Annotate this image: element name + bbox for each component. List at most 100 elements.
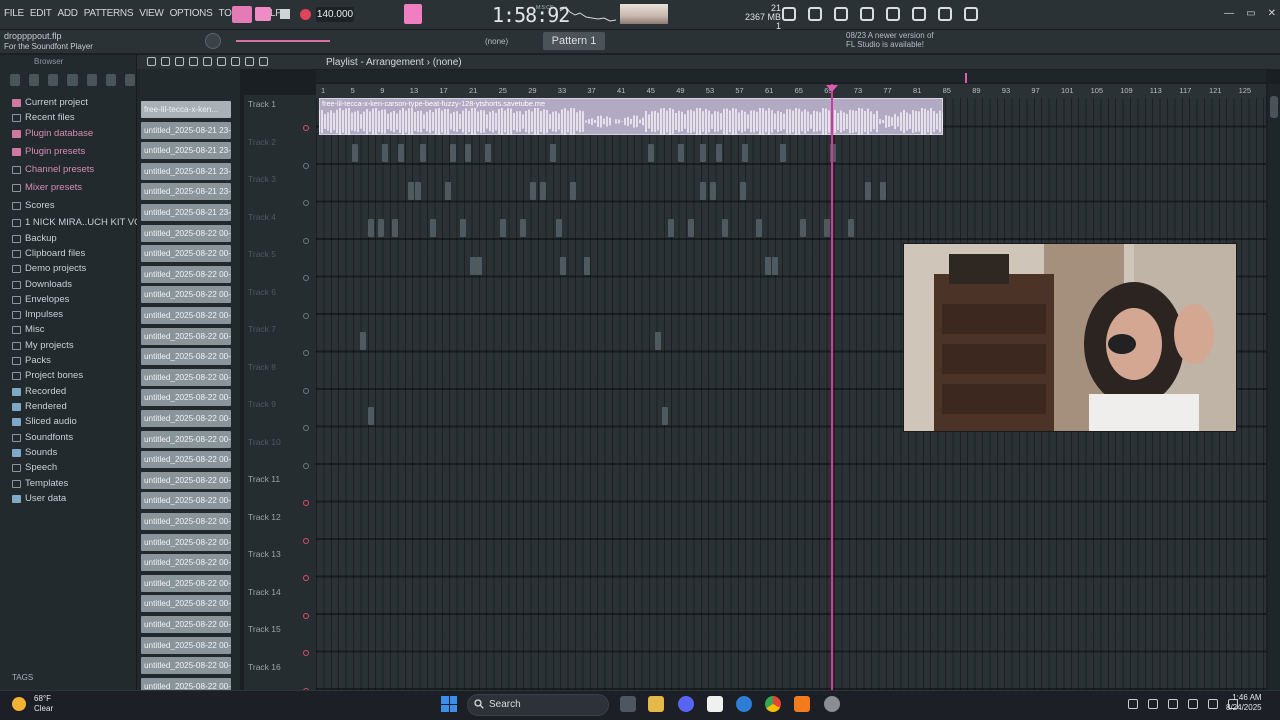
- pattern-clip[interactable]: [450, 144, 456, 162]
- track-enable-dot[interactable]: [303, 200, 309, 206]
- mixer-icon[interactable]: [912, 7, 926, 21]
- pattern-clip[interactable]: [398, 144, 404, 162]
- browser-item[interactable]: Scores: [12, 200, 55, 211]
- track-name[interactable]: Track 10: [248, 437, 281, 447]
- pattern-clip[interactable]: [756, 219, 762, 237]
- pattern-clip[interactable]: [740, 181, 746, 200]
- pattern-clip[interactable]: [662, 406, 668, 425]
- clip-item[interactable]: untitled_2025-08-22 00-...: [141, 451, 231, 469]
- track-enable-dot[interactable]: [303, 387, 309, 394]
- pattern-clip[interactable]: [560, 256, 566, 275]
- mute-tool-icon[interactable]: [189, 57, 198, 66]
- song-mode-button[interactable]: [232, 6, 252, 23]
- pattern-clip[interactable]: [678, 144, 684, 162]
- fl-studio-icon[interactable]: [794, 696, 810, 712]
- pattern-clip[interactable]: [570, 181, 576, 200]
- track-name[interactable]: Track 3: [248, 174, 276, 184]
- cut-icon[interactable]: [808, 7, 822, 21]
- browser-item[interactable]: Packs: [12, 355, 51, 366]
- pattern-clip[interactable]: [765, 256, 771, 275]
- browser-item[interactable]: Sounds: [12, 447, 57, 458]
- paint-tool-icon[interactable]: [161, 57, 170, 66]
- close-icon[interactable]: ✕: [1268, 8, 1276, 19]
- horizontal-scrollbar[interactable]: [316, 70, 1266, 82]
- clip-item[interactable]: free-lil-tecca-x-ken...: [141, 101, 231, 118]
- browser-item[interactable]: Current project: [12, 97, 88, 108]
- network-icon[interactable]: [1148, 699, 1158, 709]
- track-name[interactable]: Track 9: [248, 399, 276, 409]
- draw-tool-icon[interactable]: [147, 57, 156, 66]
- clip-item[interactable]: untitled_2025-08-22 00-...: [141, 471, 231, 489]
- clip-item[interactable]: untitled_2025-08-22 00-...: [141, 265, 231, 283]
- clip-item[interactable]: untitled_2025-08-21 23-...: [141, 142, 231, 160]
- pattern-selector[interactable]: Pattern 1: [543, 32, 605, 50]
- pattern-clip[interactable]: [430, 219, 436, 237]
- track-name[interactable]: Track 6: [248, 287, 276, 297]
- pattern-clip[interactable]: [530, 181, 536, 200]
- clip-item[interactable]: untitled_2025-08-22 00-...: [141, 245, 231, 263]
- clip-item[interactable]: untitled_2025-08-22 00-...: [141, 307, 231, 324]
- menu-item-edit[interactable]: EDIT: [30, 8, 52, 19]
- time-display[interactable]: 1:58:92: [492, 3, 570, 27]
- vertical-scrollbar[interactable]: [1268, 84, 1280, 690]
- clip-item[interactable]: untitled_2025-08-22 00-...: [141, 224, 231, 242]
- track-name[interactable]: Track 1: [248, 99, 276, 109]
- clip-item[interactable]: untitled_2025-08-21 23-...: [141, 183, 231, 201]
- pattern-clip[interactable]: [742, 144, 748, 162]
- pattern-clip[interactable]: [408, 181, 414, 200]
- browser-plugin-icon[interactable]: [67, 74, 78, 86]
- pattern-mode-button[interactable]: [404, 4, 422, 24]
- pattern-clip[interactable]: [688, 219, 694, 237]
- chrome-icon[interactable]: [765, 696, 781, 712]
- start-button[interactable]: [441, 696, 457, 712]
- browser-item[interactable]: Recorded: [12, 386, 66, 397]
- play-button[interactable]: [255, 7, 271, 21]
- pattern-clip[interactable]: [780, 144, 786, 162]
- file-explorer-icon[interactable]: [648, 696, 664, 712]
- browser-item[interactable]: Rendered: [12, 401, 67, 412]
- clip-item[interactable]: untitled_2025-08-22 00-...: [141, 533, 231, 551]
- task-view-icon[interactable]: [620, 696, 636, 712]
- track-name[interactable]: Track 12: [248, 512, 281, 522]
- pattern-clip[interactable]: [368, 406, 374, 425]
- pattern-clip[interactable]: [848, 219, 854, 237]
- pattern-clip[interactable]: [648, 144, 654, 162]
- pattern-clip[interactable]: [378, 219, 384, 237]
- playback-tool-icon[interactable]: [259, 57, 268, 66]
- browser-cloud-icon[interactable]: [86, 74, 97, 86]
- clip-item[interactable]: untitled_2025-08-22 00-...: [141, 389, 231, 407]
- pattern-clip[interactable]: [584, 256, 590, 275]
- browser-star-icon[interactable]: [105, 74, 116, 86]
- chat-icon[interactable]: [938, 7, 952, 21]
- browser-item[interactable]: Demo projects: [12, 263, 86, 274]
- pattern-clip[interactable]: [550, 144, 556, 162]
- snap-selector[interactable]: (none): [485, 37, 508, 46]
- clip-item[interactable]: untitled_2025-08-22 00-...: [141, 286, 231, 304]
- slip-tool-icon[interactable]: [203, 57, 212, 66]
- pattern-clip[interactable]: [520, 219, 526, 237]
- pattern-clip[interactable]: [710, 181, 716, 200]
- pattern-clip[interactable]: [368, 219, 374, 237]
- browser-view-icon[interactable]: [10, 74, 21, 86]
- track-enable-dot[interactable]: [303, 275, 309, 281]
- obs-icon[interactable]: [824, 696, 840, 712]
- clip-item[interactable]: untitled_2025-08-22 00-...: [141, 636, 231, 654]
- browser-item[interactable]: My projects: [12, 340, 74, 351]
- pattern-clip[interactable]: [824, 219, 830, 237]
- clip-item[interactable]: untitled_2025-08-22 00-...: [141, 368, 231, 386]
- clip-item[interactable]: untitled_2025-08-22 00-...: [141, 348, 231, 366]
- pattern-clip[interactable]: [415, 181, 421, 200]
- edge-icon[interactable]: [736, 696, 752, 712]
- pattern-clip[interactable]: [880, 181, 886, 200]
- browser-item[interactable]: Speech: [12, 462, 57, 473]
- mic-icon[interactable]: [834, 7, 848, 21]
- pattern-clip[interactable]: [500, 219, 506, 237]
- track-name[interactable]: Track 7: [248, 324, 276, 334]
- track-enable-dot[interactable]: [303, 237, 309, 244]
- track-name[interactable]: Track 14: [248, 587, 281, 597]
- playhead[interactable]: [831, 84, 833, 690]
- track-enable-dot[interactable]: [303, 425, 309, 431]
- zoom-tool-icon[interactable]: [245, 57, 254, 66]
- track-enable-dot[interactable]: [303, 312, 309, 319]
- weather-widget[interactable]: 68°F Clear: [34, 694, 53, 714]
